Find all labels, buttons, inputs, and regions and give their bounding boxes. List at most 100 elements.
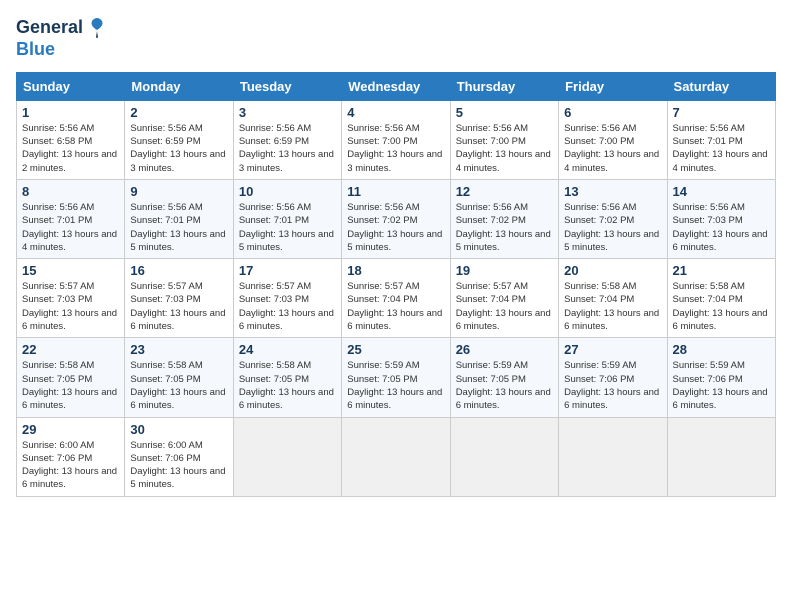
day-number: 8 bbox=[22, 184, 119, 199]
day-number: 3 bbox=[239, 105, 336, 120]
cell-info: Sunrise: 5:59 AMSunset: 7:06 PMDaylight:… bbox=[564, 360, 659, 411]
day-number: 5 bbox=[456, 105, 553, 120]
calendar-cell: 15 Sunrise: 5:57 AMSunset: 7:03 PMDaylig… bbox=[17, 259, 125, 338]
cell-info: Sunrise: 5:56 AMSunset: 7:00 PMDaylight:… bbox=[564, 123, 659, 174]
day-number: 22 bbox=[22, 342, 119, 357]
calendar-cell: 17 Sunrise: 5:57 AMSunset: 7:03 PMDaylig… bbox=[233, 259, 341, 338]
calendar-cell: 6 Sunrise: 5:56 AMSunset: 7:00 PMDayligh… bbox=[559, 100, 667, 179]
day-number: 23 bbox=[130, 342, 227, 357]
calendar-cell bbox=[450, 417, 558, 496]
cell-info: Sunrise: 5:57 AMSunset: 7:03 PMDaylight:… bbox=[130, 281, 225, 332]
cell-info: Sunrise: 5:56 AMSunset: 7:02 PMDaylight:… bbox=[347, 202, 442, 253]
day-number: 4 bbox=[347, 105, 444, 120]
cell-info: Sunrise: 5:56 AMSunset: 7:02 PMDaylight:… bbox=[456, 202, 551, 253]
day-number: 30 bbox=[130, 422, 227, 437]
cell-info: Sunrise: 5:56 AMSunset: 6:59 PMDaylight:… bbox=[239, 123, 334, 174]
calendar-cell: 30 Sunrise: 6:00 AMSunset: 7:06 PMDaylig… bbox=[125, 417, 233, 496]
calendar-cell: 13 Sunrise: 5:56 AMSunset: 7:02 PMDaylig… bbox=[559, 179, 667, 258]
cell-info: Sunrise: 5:58 AMSunset: 7:05 PMDaylight:… bbox=[239, 360, 334, 411]
cell-info: Sunrise: 5:56 AMSunset: 7:01 PMDaylight:… bbox=[673, 123, 768, 174]
calendar-cell bbox=[667, 417, 775, 496]
cell-info: Sunrise: 5:57 AMSunset: 7:04 PMDaylight:… bbox=[347, 281, 442, 332]
calendar-cell: 5 Sunrise: 5:56 AMSunset: 7:00 PMDayligh… bbox=[450, 100, 558, 179]
cell-info: Sunrise: 5:56 AMSunset: 7:01 PMDaylight:… bbox=[130, 202, 225, 253]
calendar-cell: 16 Sunrise: 5:57 AMSunset: 7:03 PMDaylig… bbox=[125, 259, 233, 338]
col-header-wednesday: Wednesday bbox=[342, 72, 450, 100]
calendar-cell bbox=[559, 417, 667, 496]
calendar-cell: 1 Sunrise: 5:56 AMSunset: 6:58 PMDayligh… bbox=[17, 100, 125, 179]
day-number: 29 bbox=[22, 422, 119, 437]
calendar-cell bbox=[342, 417, 450, 496]
day-number: 15 bbox=[22, 263, 119, 278]
cell-info: Sunrise: 5:59 AMSunset: 7:05 PMDaylight:… bbox=[456, 360, 551, 411]
calendar-cell: 22 Sunrise: 5:58 AMSunset: 7:05 PMDaylig… bbox=[17, 338, 125, 417]
col-header-friday: Friday bbox=[559, 72, 667, 100]
calendar-cell: 19 Sunrise: 5:57 AMSunset: 7:04 PMDaylig… bbox=[450, 259, 558, 338]
day-number: 2 bbox=[130, 105, 227, 120]
day-number: 12 bbox=[456, 184, 553, 199]
calendar-cell: 25 Sunrise: 5:59 AMSunset: 7:05 PMDaylig… bbox=[342, 338, 450, 417]
col-header-tuesday: Tuesday bbox=[233, 72, 341, 100]
cell-info: Sunrise: 6:00 AMSunset: 7:06 PMDaylight:… bbox=[22, 440, 117, 491]
calendar-cell: 24 Sunrise: 5:58 AMSunset: 7:05 PMDaylig… bbox=[233, 338, 341, 417]
logo: GeneralBlue bbox=[16, 16, 109, 60]
calendar-cell: 29 Sunrise: 6:00 AMSunset: 7:06 PMDaylig… bbox=[17, 417, 125, 496]
day-number: 18 bbox=[347, 263, 444, 278]
cell-info: Sunrise: 5:56 AMSunset: 7:01 PMDaylight:… bbox=[239, 202, 334, 253]
cell-info: Sunrise: 5:57 AMSunset: 7:03 PMDaylight:… bbox=[239, 281, 334, 332]
cell-info: Sunrise: 6:00 AMSunset: 7:06 PMDaylight:… bbox=[130, 440, 225, 491]
calendar-cell: 3 Sunrise: 5:56 AMSunset: 6:59 PMDayligh… bbox=[233, 100, 341, 179]
day-number: 19 bbox=[456, 263, 553, 278]
cell-info: Sunrise: 5:57 AMSunset: 7:03 PMDaylight:… bbox=[22, 281, 117, 332]
day-number: 20 bbox=[564, 263, 661, 278]
cell-info: Sunrise: 5:56 AMSunset: 7:03 PMDaylight:… bbox=[673, 202, 768, 253]
logo-text: GeneralBlue bbox=[16, 16, 109, 60]
cell-info: Sunrise: 5:56 AMSunset: 7:01 PMDaylight:… bbox=[22, 202, 117, 253]
day-number: 9 bbox=[130, 184, 227, 199]
calendar-cell: 12 Sunrise: 5:56 AMSunset: 7:02 PMDaylig… bbox=[450, 179, 558, 258]
cell-info: Sunrise: 5:57 AMSunset: 7:04 PMDaylight:… bbox=[456, 281, 551, 332]
day-number: 24 bbox=[239, 342, 336, 357]
calendar-cell: 28 Sunrise: 5:59 AMSunset: 7:06 PMDaylig… bbox=[667, 338, 775, 417]
cell-info: Sunrise: 5:56 AMSunset: 7:00 PMDaylight:… bbox=[456, 123, 551, 174]
calendar-cell bbox=[233, 417, 341, 496]
calendar-cell: 10 Sunrise: 5:56 AMSunset: 7:01 PMDaylig… bbox=[233, 179, 341, 258]
calendar-cell: 18 Sunrise: 5:57 AMSunset: 7:04 PMDaylig… bbox=[342, 259, 450, 338]
calendar-cell: 8 Sunrise: 5:56 AMSunset: 7:01 PMDayligh… bbox=[17, 179, 125, 258]
calendar-cell: 27 Sunrise: 5:59 AMSunset: 7:06 PMDaylig… bbox=[559, 338, 667, 417]
calendar-cell: 14 Sunrise: 5:56 AMSunset: 7:03 PMDaylig… bbox=[667, 179, 775, 258]
calendar-cell: 9 Sunrise: 5:56 AMSunset: 7:01 PMDayligh… bbox=[125, 179, 233, 258]
day-number: 17 bbox=[239, 263, 336, 278]
calendar-table: SundayMondayTuesdayWednesdayThursdayFrid… bbox=[16, 72, 776, 497]
cell-info: Sunrise: 5:58 AMSunset: 7:05 PMDaylight:… bbox=[22, 360, 117, 411]
calendar-cell: 23 Sunrise: 5:58 AMSunset: 7:05 PMDaylig… bbox=[125, 338, 233, 417]
cell-info: Sunrise: 5:56 AMSunset: 6:59 PMDaylight:… bbox=[130, 123, 225, 174]
calendar-cell: 26 Sunrise: 5:59 AMSunset: 7:05 PMDaylig… bbox=[450, 338, 558, 417]
day-number: 11 bbox=[347, 184, 444, 199]
col-header-thursday: Thursday bbox=[450, 72, 558, 100]
day-number: 14 bbox=[673, 184, 770, 199]
cell-info: Sunrise: 5:59 AMSunset: 7:06 PMDaylight:… bbox=[673, 360, 768, 411]
calendar-cell: 11 Sunrise: 5:56 AMSunset: 7:02 PMDaylig… bbox=[342, 179, 450, 258]
cell-info: Sunrise: 5:56 AMSunset: 6:58 PMDaylight:… bbox=[22, 123, 117, 174]
col-header-saturday: Saturday bbox=[667, 72, 775, 100]
cell-info: Sunrise: 5:56 AMSunset: 7:00 PMDaylight:… bbox=[347, 123, 442, 174]
day-number: 21 bbox=[673, 263, 770, 278]
day-number: 28 bbox=[673, 342, 770, 357]
calendar-cell: 4 Sunrise: 5:56 AMSunset: 7:00 PMDayligh… bbox=[342, 100, 450, 179]
calendar-cell: 21 Sunrise: 5:58 AMSunset: 7:04 PMDaylig… bbox=[667, 259, 775, 338]
day-number: 1 bbox=[22, 105, 119, 120]
cell-info: Sunrise: 5:58 AMSunset: 7:04 PMDaylight:… bbox=[564, 281, 659, 332]
day-number: 7 bbox=[673, 105, 770, 120]
calendar-cell: 7 Sunrise: 5:56 AMSunset: 7:01 PMDayligh… bbox=[667, 100, 775, 179]
cell-info: Sunrise: 5:58 AMSunset: 7:04 PMDaylight:… bbox=[673, 281, 768, 332]
cell-info: Sunrise: 5:58 AMSunset: 7:05 PMDaylight:… bbox=[130, 360, 225, 411]
day-number: 13 bbox=[564, 184, 661, 199]
col-header-sunday: Sunday bbox=[17, 72, 125, 100]
calendar-cell: 20 Sunrise: 5:58 AMSunset: 7:04 PMDaylig… bbox=[559, 259, 667, 338]
day-number: 26 bbox=[456, 342, 553, 357]
day-number: 16 bbox=[130, 263, 227, 278]
day-number: 25 bbox=[347, 342, 444, 357]
calendar-cell: 2 Sunrise: 5:56 AMSunset: 6:59 PMDayligh… bbox=[125, 100, 233, 179]
page-header: GeneralBlue bbox=[16, 16, 776, 60]
